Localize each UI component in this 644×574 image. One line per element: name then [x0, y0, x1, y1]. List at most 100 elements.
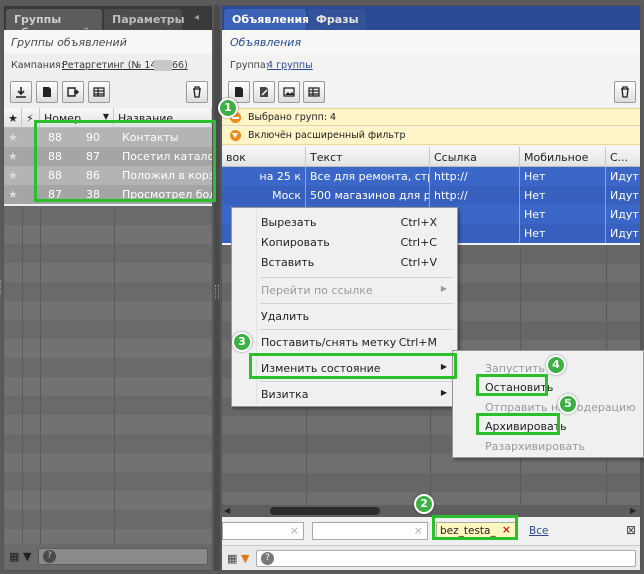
highlight-change-state: [249, 353, 457, 379]
menu-item-shortcut: Ctrl+X: [400, 216, 437, 229]
column-status-label: С...: [610, 151, 629, 164]
ad-cell-c1: Моск: [222, 186, 306, 205]
trash-icon: [621, 86, 629, 98]
column-title-label: вок: [226, 151, 246, 164]
star-icon[interactable]: ★: [8, 188, 18, 201]
info-selected-text: Выбрано групп: 4: [248, 112, 337, 123]
filter-active-icon[interactable]: ▼: [241, 552, 249, 565]
highlight-stop: [476, 374, 548, 396]
star-icon[interactable]: ★: [8, 169, 18, 182]
column-status[interactable]: С...: [606, 147, 640, 167]
menu-item-shortcut: Ctrl+C: [400, 236, 437, 249]
tab-parameters[interactable]: Параметры: [104, 9, 185, 30]
highlight-archive: [476, 413, 560, 435]
clear-icon[interactable]: ×: [290, 524, 299, 537]
filter-close-icon[interactable]: ⊠: [626, 523, 636, 537]
clear-icon[interactable]: ×: [414, 524, 423, 537]
menu-item-label: Копировать: [261, 236, 330, 249]
filter-text-input[interactable]: ×: [312, 522, 428, 540]
ad-cell-mobile: Нет: [520, 186, 606, 205]
tab-phrases[interactable]: Фразы: [308, 9, 366, 30]
left-table-empty: [4, 206, 212, 544]
ad-cell-link: http://: [430, 186, 520, 205]
column-text-label: Текст: [310, 151, 343, 164]
document-icon: [235, 87, 243, 97]
group-link[interactable]: 4 группы: [267, 60, 313, 71]
menu-item-shortcut: Ctrl+M: [398, 336, 437, 349]
scrollbar-thumb[interactable]: [270, 507, 380, 515]
menu-item-business-card[interactable]: Визитка ▶: [234, 383, 455, 405]
step-badge-5: 5: [558, 394, 578, 414]
info-filter-text: Включён расширенный фильтр: [248, 130, 406, 141]
edit-icon: [260, 87, 268, 97]
ad-table-button[interactable]: [303, 81, 325, 103]
left-search-input[interactable]: ?: [38, 548, 208, 565]
grid-settings-icon[interactable]: ▦: [9, 550, 19, 563]
step-badge-3: 3: [232, 332, 252, 352]
star-icon[interactable]: ★: [8, 131, 18, 144]
menu-item-label: Удалить: [261, 310, 310, 323]
submenu-arrow-icon: ▶: [440, 388, 447, 397]
ad-cell-status: Идут п: [606, 167, 640, 186]
collapse-arrow-icon[interactable]: ◂: [194, 12, 199, 23]
menu-item-delete[interactable]: Удалить: [234, 305, 455, 327]
menu-item-label: Перейти по ссылке: [261, 284, 373, 297]
grid-settings-icon[interactable]: ▦: [227, 552, 237, 565]
table-row[interactable]: на 25 кВсе для ремонта, стройhttp://НетИ…: [222, 167, 640, 186]
panel-splitter[interactable]: [214, 5, 220, 571]
ad-delete-button[interactable]: [614, 81, 636, 103]
scroll-right-icon[interactable]: ▶: [630, 506, 636, 515]
ad-groups-panel: Группы объявлений Параметры ◂ Группы объ…: [3, 5, 213, 571]
column-link-label: Ссылка: [434, 151, 477, 164]
column-link[interactable]: Ссылка: [430, 147, 520, 167]
submenu-arrow-icon: ▶: [440, 284, 447, 293]
right-search-input[interactable]: ?: [256, 550, 636, 567]
column-mobile[interactable]: Мобильное: [520, 147, 606, 167]
highlight-groups: [34, 120, 216, 202]
left-tabbar: Группы объявлений Параметры ◂: [4, 6, 212, 39]
table-row[interactable]: Моск500 магазинов для ремhttp://НетИдут …: [222, 186, 640, 205]
group-label: Группа:: [230, 60, 269, 71]
ad-cell-text: 500 магазинов для рем: [306, 186, 430, 205]
star-column-icon[interactable]: ★: [4, 108, 22, 128]
ad-cell-text: Все для ремонта, строй: [306, 167, 430, 186]
menu-item-paste[interactable]: Вставить Ctrl+V: [234, 251, 455, 273]
ad-image-button[interactable]: [278, 81, 300, 103]
column-text[interactable]: Текст: [306, 147, 430, 167]
info-filter-bar: Включён расширенный фильтр: [222, 127, 640, 145]
menu-item-label: Вырезать: [261, 216, 317, 229]
column-title[interactable]: вок: [222, 147, 306, 167]
filter-title-input[interactable]: ×: [222, 522, 304, 540]
image-icon: [283, 87, 295, 97]
right-panel-title: Объявления: [230, 36, 302, 49]
filter-all-link[interactable]: Все: [529, 525, 548, 537]
ad-cell-status: Идут п: [606, 205, 640, 224]
scroll-left-icon[interactable]: ◀: [224, 506, 230, 515]
tab-ads[interactable]: Объявления: [224, 9, 309, 30]
info-selected-bar: Выбрано групп: 4: [222, 108, 640, 126]
menu-item-shortcut: Ctrl+V: [400, 256, 437, 269]
ad-cell-status: Идут п: [606, 224, 640, 243]
left-overlay: [4, 30, 212, 108]
column-mobile-label: Мобильное: [524, 151, 589, 164]
right-tabbar: Объявления Фразы: [222, 6, 640, 30]
submenu-unarchive[interactable]: Разархивировать: [455, 435, 641, 457]
filter-icon[interactable]: ▼: [23, 550, 31, 563]
ad-cell-mobile: Нет: [520, 224, 606, 243]
ad-cell-mobile: Нет: [520, 205, 606, 224]
left-edge-grip: [0, 280, 3, 294]
ad-edit-button[interactable]: [253, 81, 275, 103]
help-icon: ?: [261, 552, 274, 565]
menu-item-label: Визитка: [261, 388, 309, 401]
ad-cell-c1: на 25 к: [222, 167, 306, 186]
menu-item-copy[interactable]: Копировать Ctrl+C: [234, 231, 455, 253]
menu-item-label: Поставить/снять метку: [261, 336, 397, 349]
menu-item-follow-link[interactable]: Перейти по ссылке ▶: [234, 279, 455, 301]
tab-ad-groups[interactable]: Группы объявлений: [6, 9, 102, 39]
star-icon[interactable]: ★: [8, 150, 18, 163]
ad-cell-mobile: Нет: [520, 167, 606, 186]
ad-cell-link: http://: [430, 167, 520, 186]
menu-item-cut[interactable]: Вырезать Ctrl+X: [234, 211, 455, 233]
menu-item-toggle-mark[interactable]: Поставить/снять метку Ctrl+M: [234, 331, 455, 353]
menu-item-label: Вставить: [261, 256, 315, 269]
